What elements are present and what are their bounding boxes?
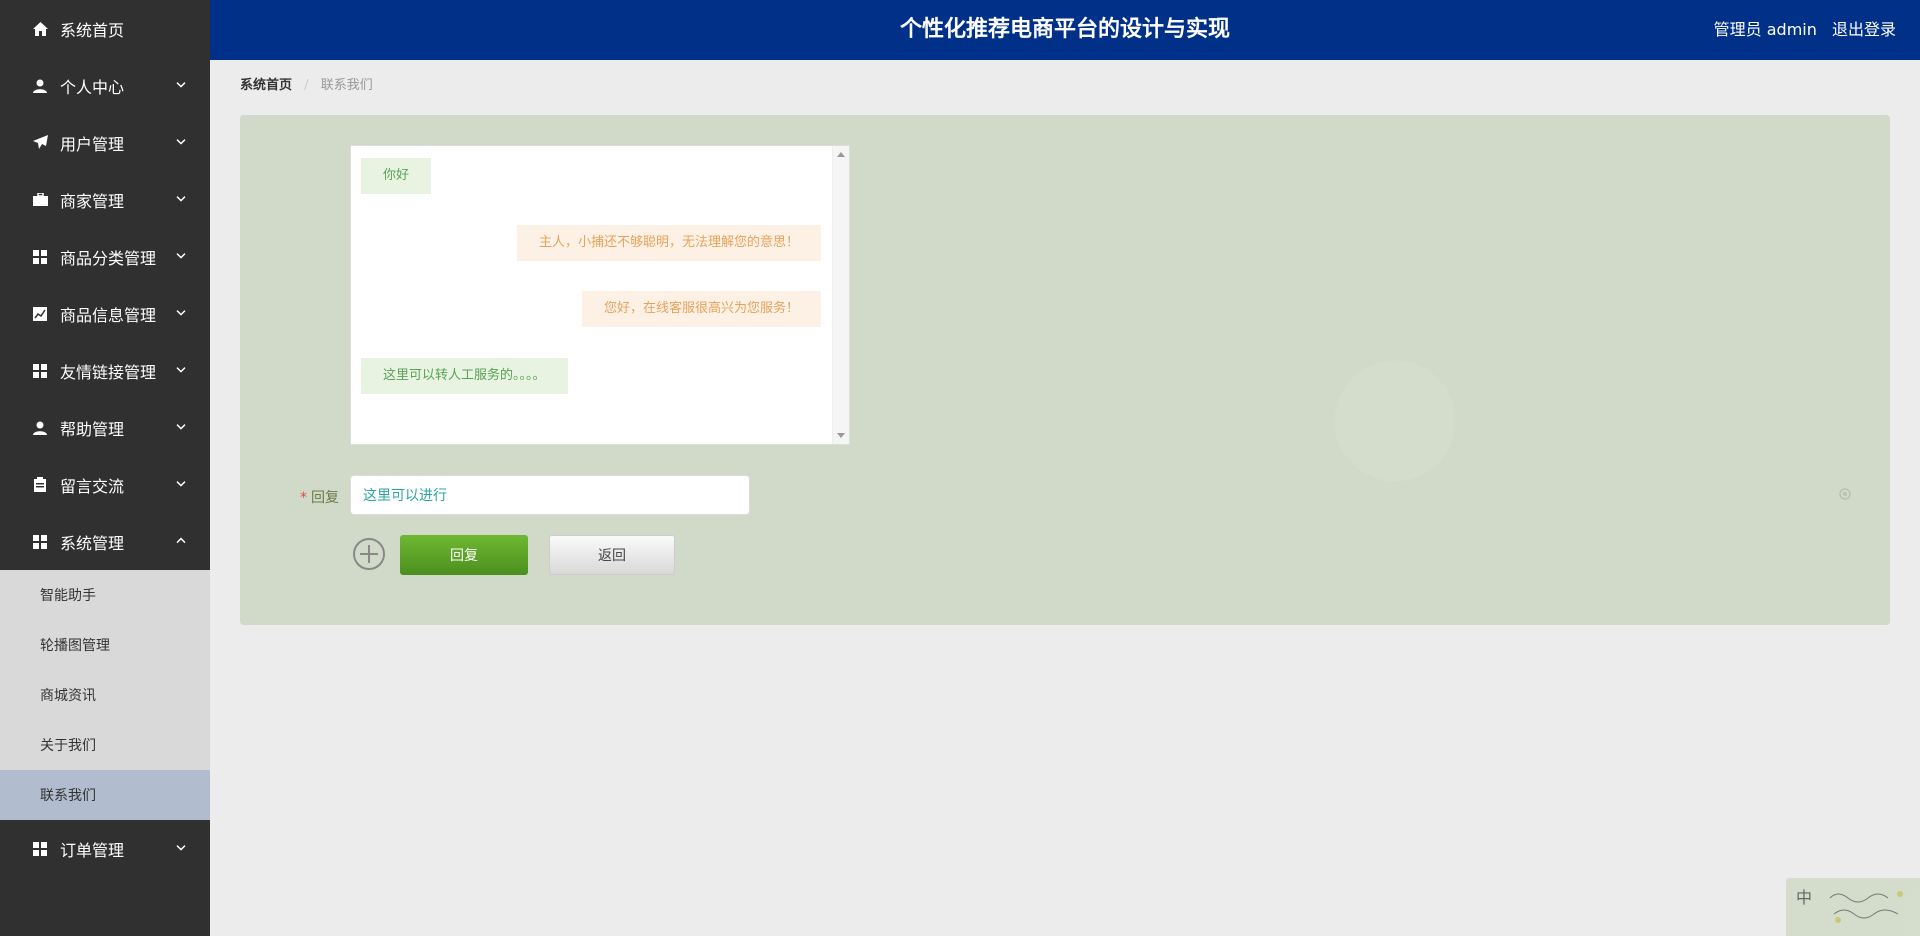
chat-scrollbar[interactable] (832, 146, 849, 444)
sidebar-item-label: 系统首页 (60, 20, 125, 40)
chevron-down-icon (176, 195, 186, 202)
sidebar: 系统首页 个人中心 用户管理 商家管理 商品分类管理 商品信息管理 友情链接管理… (0, 0, 210, 936)
grid-icon (32, 534, 48, 550)
sidebar-item-label: 友情链接管理 (60, 362, 157, 382)
sidebar-item-merchant-management[interactable]: 商家管理 (0, 171, 210, 228)
chevron-down-icon (176, 252, 186, 259)
sidebar-item-label: 系统管理 (60, 533, 125, 553)
back-button[interactable]: 返回 (549, 535, 675, 575)
sidebar-item-home[interactable]: 系统首页 (0, 0, 210, 57)
submenu-item-contact-us[interactable]: 联系我们 (0, 770, 210, 820)
chevron-down-icon (176, 844, 186, 851)
breadcrumb: 系统首页 / 联系我们 (240, 74, 373, 93)
sidebar-item-label: 帮助管理 (60, 419, 125, 439)
paper-plane-icon (32, 135, 48, 151)
user-role-label: 管理员 admin (1713, 20, 1817, 39)
scroll-up-arrow-icon[interactable] (837, 152, 845, 157)
logout-link[interactable]: 退出登录 (1832, 20, 1896, 39)
reply-input[interactable] (350, 475, 750, 515)
ime-toolbar[interactable]: 中 (1786, 878, 1920, 936)
chevron-down-icon (176, 138, 186, 145)
page-title: 个性化推荐电商平台的设计与实现 (899, 17, 1230, 42)
ime-decoration (1828, 888, 1914, 930)
settings-icon (1839, 488, 1851, 500)
sidebar-item-label: 个人中心 (60, 77, 125, 97)
sidebar-item-help-management[interactable]: 帮助管理 (0, 399, 210, 456)
chat-message-left: 你好 (361, 158, 432, 194)
chevron-down-icon (176, 423, 186, 430)
chart-icon (32, 306, 48, 322)
submenu-item-about-us[interactable]: 关于我们 (0, 720, 210, 770)
sidebar-item-label: 商品分类管理 (60, 248, 157, 268)
reply-button[interactable]: 回复 (400, 535, 528, 575)
grid-icon (32, 249, 48, 265)
sidebar-item-label: 商家管理 (60, 191, 125, 211)
chevron-down-icon (176, 81, 186, 88)
content-panel: 你好 主人，小捕还不够聪明，无法理解您的意思！ 您好，在线客服很高兴为您服务！ … (240, 115, 1890, 625)
ime-mode-indicator[interactable]: 中 (1796, 884, 1812, 908)
sidebar-item-category-management[interactable]: 商品分类管理 (0, 228, 210, 285)
add-circle-icon[interactable] (352, 537, 386, 571)
sidebar-item-system-management[interactable]: 系统管理 (0, 513, 210, 570)
chevron-down-icon (176, 480, 186, 487)
sidebar-item-product-info-management[interactable]: 商品信息管理 (0, 285, 210, 342)
sidebar-item-label: 商品信息管理 (60, 305, 157, 325)
sidebar-item-user-management[interactable]: 用户管理 (0, 114, 210, 171)
home-icon (32, 21, 48, 37)
sidebar-item-message-board[interactable]: 留言交流 (0, 456, 210, 513)
grid-icon (32, 841, 48, 857)
reply-field-label: * 回复 (300, 487, 339, 507)
chat-message-right: 您好，在线客服很高兴为您服务！ (581, 291, 821, 327)
system-submenu: 智能助手 轮播图管理 商城资讯 关于我们 联系我们 (0, 570, 210, 820)
user-area: 管理员 admin 退出登录 (1704, 0, 1896, 60)
breadcrumb-separator: / (304, 78, 309, 93)
briefcase-icon (32, 192, 48, 208)
sidebar-item-order-management[interactable]: 订单管理 (0, 820, 210, 877)
reply-label-text: 回复 (311, 490, 339, 506)
sidebar-item-label: 用户管理 (60, 134, 125, 154)
submenu-item-mall-news[interactable]: 商城资讯 (0, 670, 210, 720)
sidebar-item-label: 订单管理 (60, 840, 125, 860)
chat-history[interactable]: 你好 主人，小捕还不够聪明，无法理解您的意思！ 您好，在线客服很高兴为您服务！ … (350, 145, 850, 445)
chat-message-right: 主人，小捕还不够聪明，无法理解您的意思！ (516, 225, 821, 261)
user-icon (32, 420, 48, 436)
user-icon (32, 78, 48, 94)
chevron-down-icon (176, 309, 186, 316)
chat-message-left: 这里可以转人工服务的。。。。 (361, 358, 568, 394)
submenu-item-carousel-management[interactable]: 轮播图管理 (0, 620, 210, 670)
required-mark: * (300, 490, 307, 506)
chevron-down-icon (176, 366, 186, 373)
breadcrumb-home[interactable]: 系统首页 (240, 78, 292, 93)
ime-skin-icon (1829, 891, 1903, 923)
sidebar-item-label: 留言交流 (60, 476, 125, 496)
grid-icon (32, 363, 48, 379)
chevron-up-icon (176, 537, 186, 543)
clipboard-icon (32, 477, 48, 493)
scroll-down-arrow-icon[interactable] (837, 433, 845, 438)
submenu-item-smart-assistant[interactable]: 智能助手 (0, 570, 210, 620)
top-header: 个性化推荐电商平台的设计与实现 管理员 admin 退出登录 (210, 0, 1920, 60)
sidebar-item-link-management[interactable]: 友情链接管理 (0, 342, 210, 399)
breadcrumb-current: 联系我们 (320, 78, 373, 93)
sidebar-item-personal-center[interactable]: 个人中心 (0, 57, 210, 114)
